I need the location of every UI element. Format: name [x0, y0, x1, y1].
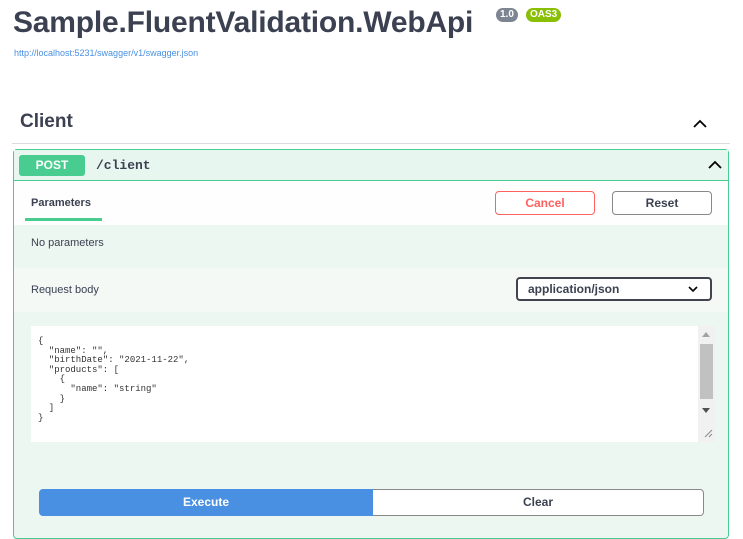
- chevron-up-icon[interactable]: [690, 116, 710, 130]
- spec-url-link[interactable]: http://localhost:5231/swagger/v1/swagger…: [14, 48, 198, 58]
- clear-button[interactable]: Clear: [373, 489, 704, 516]
- page-title: Sample.FluentValidation.WebApi: [13, 6, 474, 39]
- operation-path: /client: [96, 158, 151, 173]
- active-tab-indicator: [25, 218, 102, 221]
- oas-badge: OAS3: [526, 8, 562, 22]
- resize-handle-icon[interactable]: [703, 428, 713, 438]
- reset-button[interactable]: Reset: [612, 191, 712, 215]
- tag-divider: [12, 143, 730, 144]
- no-parameters-text: No parameters: [31, 237, 104, 249]
- content-type-select[interactable]: application/json: [516, 277, 712, 301]
- execute-button[interactable]: Execute: [39, 489, 373, 516]
- http-method-badge: POST: [19, 155, 85, 176]
- request-body-json[interactable]: { "name": "", "birthDate": "2021-11-22",…: [38, 336, 189, 423]
- tab-parameters[interactable]: Parameters: [31, 197, 91, 209]
- scroll-up-arrow-icon[interactable]: [702, 332, 710, 337]
- version-badge: 1.0: [496, 8, 518, 22]
- chevron-up-icon[interactable]: [706, 158, 724, 171]
- scrollbar-thumb[interactable]: [700, 344, 713, 399]
- request-body-label: Request body: [31, 284, 99, 296]
- cancel-button[interactable]: Cancel: [495, 191, 595, 215]
- scroll-down-arrow-icon[interactable]: [702, 408, 710, 413]
- chevron-down-icon: [688, 286, 698, 293]
- tag-title[interactable]: Client: [20, 111, 73, 133]
